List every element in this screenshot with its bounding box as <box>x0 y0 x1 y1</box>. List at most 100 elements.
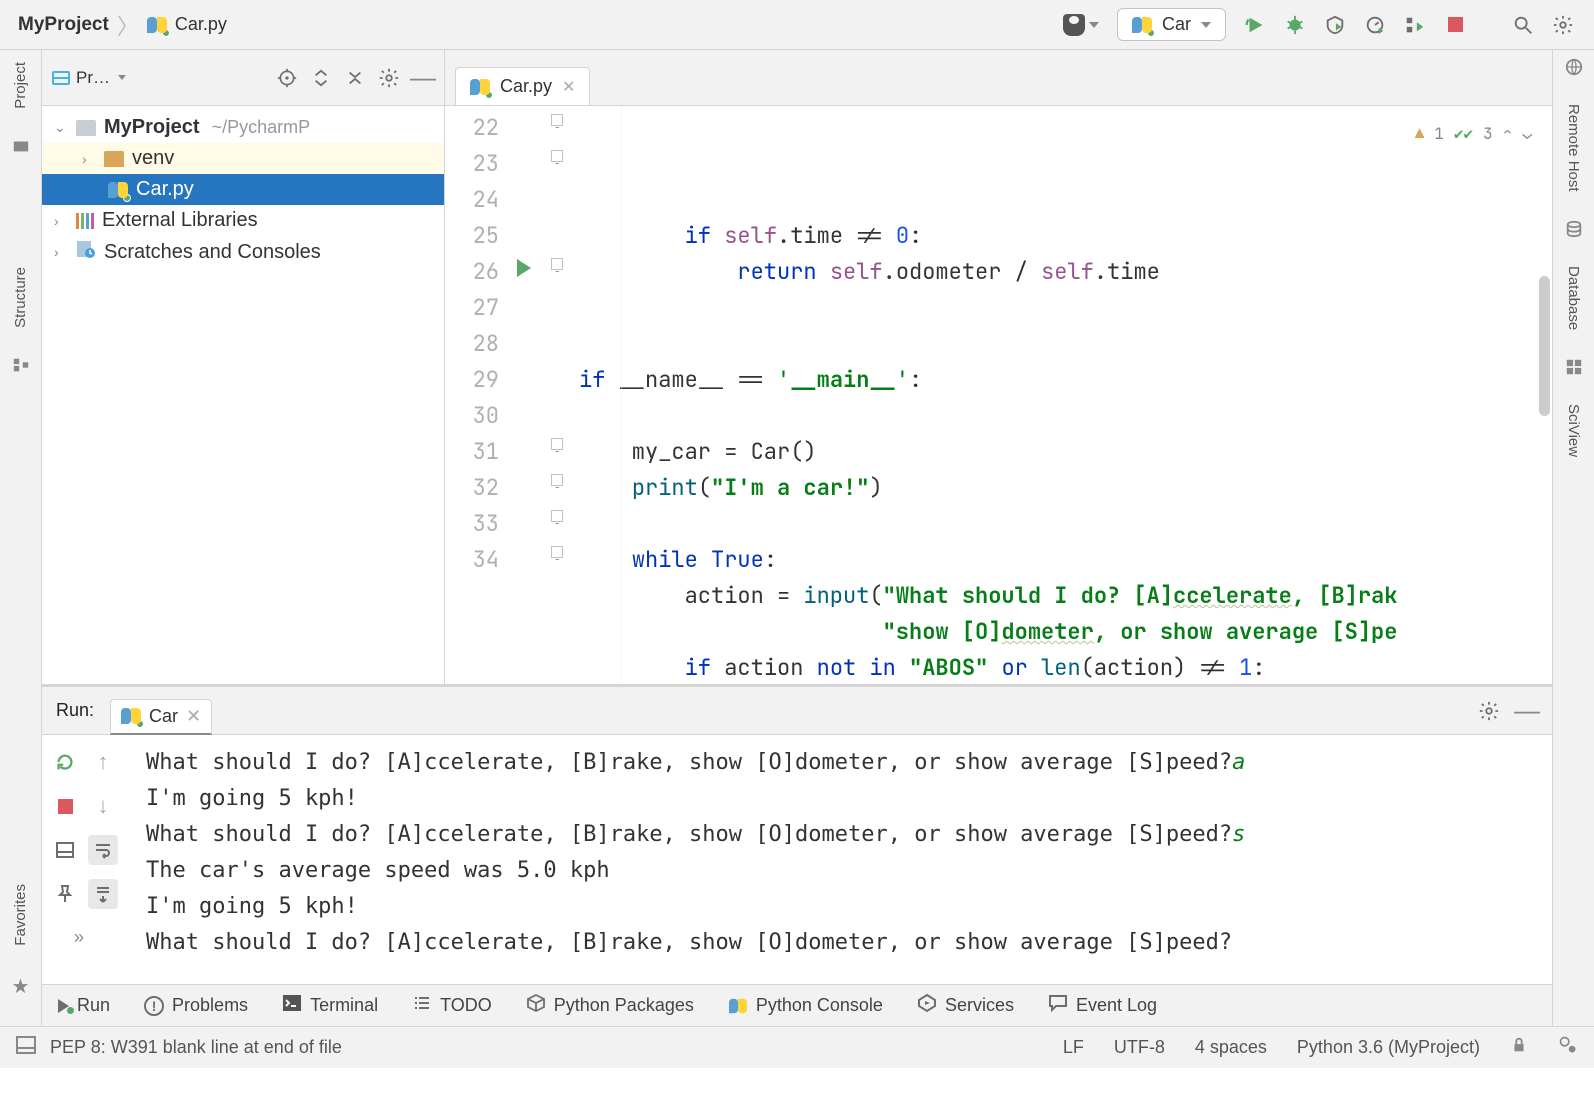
project-panel: Pr… — ⌄ MyProject ~/PycharmP <box>42 50 445 684</box>
python-icon <box>729 997 747 1015</box>
top-toolbar: MyProject 〉 Car.py Car <box>0 0 1594 50</box>
concurrency-button[interactable] <box>1404 14 1426 36</box>
python-console-tab-button[interactable]: Python Console <box>728 995 883 1016</box>
tree-external-libraries[interactable]: › External Libraries <box>42 205 444 236</box>
run-tab-button[interactable]: Run <box>58 995 110 1016</box>
services-tab-button[interactable]: Services <box>917 993 1014 1018</box>
scrollbar-thumb[interactable] <box>1539 276 1550 416</box>
problems-tab-button[interactable]: !Problems <box>144 995 248 1016</box>
chevron-up-icon[interactable]: ⌃ <box>1503 116 1513 152</box>
right-toolwindow-stripe: Remote Host Database SciView <box>1552 50 1594 1026</box>
code-with-me-button[interactable] <box>1063 14 1099 36</box>
encoding-widget[interactable]: UTF-8 <box>1114 1037 1165 1058</box>
soft-wrap-button[interactable] <box>88 835 118 865</box>
event-log-tab-button[interactable]: Event Log <box>1048 994 1157 1017</box>
run-button[interactable] <box>1244 14 1266 36</box>
sciview-tab[interactable]: SciView <box>1565 400 1582 461</box>
settings-button[interactable] <box>1552 14 1574 36</box>
tree-root[interactable]: ⌄ MyProject ~/PycharmP <box>42 112 444 143</box>
tree-file-car[interactable]: Car.py <box>42 174 444 205</box>
lock-icon[interactable] <box>1510 1036 1528 1059</box>
terminal-tab-button[interactable]: Terminal <box>282 994 378 1017</box>
project-view-title[interactable]: Pr… <box>76 68 110 88</box>
python-packages-tab-button[interactable]: Python Packages <box>526 993 694 1018</box>
rerun-button[interactable] <box>50 747 80 777</box>
tree-scratches[interactable]: › Scratches and Consoles <box>42 236 444 268</box>
run-tab[interactable]: Car ✕ <box>110 699 212 735</box>
chevron-right-icon[interactable]: › <box>54 244 68 260</box>
fold-icon[interactable] <box>551 114 563 126</box>
fold-icon[interactable] <box>551 258 563 270</box>
run-settings-button[interactable] <box>1478 700 1500 722</box>
tree-root-path: ~/PycharmP <box>212 117 311 138</box>
code-editor[interactable]: 22232425262728293031323334 <box>445 106 1552 684</box>
fold-gutter[interactable] <box>547 106 569 684</box>
tree-item-label: Car.py <box>136 178 194 201</box>
database-tab[interactable]: Database <box>1565 262 1582 334</box>
panel-settings-button[interactable] <box>378 67 400 89</box>
structure-toolwindow-tab[interactable]: Structure <box>12 263 29 332</box>
run-config-name: Car <box>1162 14 1191 35</box>
todo-tab-button[interactable]: TODO <box>412 994 492 1017</box>
breadcrumb-project[interactable]: MyProject <box>18 14 109 36</box>
scratches-icon <box>76 240 96 264</box>
run-tab-label: Car <box>149 706 178 727</box>
run-gutter[interactable] <box>511 106 547 684</box>
run-toolwindow: Run: Car ✕ — <box>42 684 1552 984</box>
project-toolwindow-tab[interactable]: Project <box>12 58 29 113</box>
console-output[interactable]: What should I do? [A]ccelerate, [B]rake,… <box>132 735 1552 984</box>
scroll-to-end-button[interactable] <box>88 879 118 909</box>
run-gutter-icon[interactable] <box>517 259 531 277</box>
weak-warning-count: 3 <box>1483 116 1493 152</box>
chat-icon <box>1048 994 1068 1017</box>
profile-button[interactable] <box>1364 14 1386 36</box>
pin-button[interactable] <box>50 879 80 909</box>
fold-icon[interactable] <box>551 546 563 558</box>
editor-tab-label: Car.py <box>500 76 552 97</box>
run-panel-title: Run: <box>56 700 94 721</box>
toolwindows-quicklist-button[interactable] <box>16 1036 36 1059</box>
editor-tabs: Car.py ✕ <box>445 50 1552 106</box>
fold-icon[interactable] <box>551 438 563 450</box>
project-tree[interactable]: ⌄ MyProject ~/PycharmP › venv Car.py <box>42 106 444 274</box>
chevron-down-icon[interactable]: ⌄ <box>54 119 68 136</box>
expand-all-button[interactable] <box>310 67 332 89</box>
stop-button[interactable] <box>50 791 80 821</box>
code-content[interactable]: if self.time != 0: return self.odometer … <box>569 106 1552 684</box>
breadcrumb-file[interactable]: Car.py <box>175 14 227 35</box>
down-button[interactable]: ↓ <box>88 791 118 821</box>
tree-item-label: venv <box>132 147 174 170</box>
chevron-down-icon[interactable]: ⌄ <box>1522 116 1532 152</box>
chevron-right-icon[interactable]: › <box>82 151 96 167</box>
interpreter-widget[interactable]: Python 3.6 (MyProject) <box>1297 1037 1480 1058</box>
more-button[interactable]: » <box>50 923 124 948</box>
indent-widget[interactable]: 4 spaces <box>1195 1037 1267 1058</box>
close-tab-button[interactable]: ✕ <box>186 706 201 727</box>
editor-tab[interactable]: Car.py ✕ <box>455 67 590 105</box>
fold-icon[interactable] <box>551 510 563 522</box>
tree-venv[interactable]: › venv <box>42 143 444 174</box>
stop-button[interactable] <box>1444 14 1466 36</box>
up-button[interactable]: ↑ <box>88 747 118 777</box>
hide-panel-button[interactable]: — <box>412 67 434 89</box>
hide-panel-button[interactable]: — <box>1516 700 1538 722</box>
debug-button[interactable] <box>1284 14 1306 36</box>
close-tab-button[interactable]: ✕ <box>562 77 575 97</box>
locate-button[interactable] <box>276 67 298 89</box>
favorites-toolwindow-tab[interactable]: Favorites <box>12 880 29 950</box>
remote-host-tab[interactable]: Remote Host <box>1565 100 1582 196</box>
line-separator-widget[interactable]: LF <box>1063 1037 1084 1058</box>
search-everywhere-button[interactable] <box>1512 14 1534 36</box>
fold-icon[interactable] <box>551 474 563 486</box>
ide-features-icon[interactable] <box>1558 1035 1578 1060</box>
chevron-down-icon[interactable] <box>118 75 126 80</box>
chevron-right-icon[interactable]: › <box>54 213 68 229</box>
info-icon: ! <box>144 996 164 1016</box>
inspections-widget[interactable]: ▲1 ✔✔3 ⌃ ⌄ <box>1415 116 1532 152</box>
run-config-selector[interactable]: Car <box>1117 8 1226 41</box>
collapse-all-button[interactable] <box>344 67 366 89</box>
chevron-down-icon <box>1089 22 1099 28</box>
fold-icon[interactable] <box>551 150 563 162</box>
coverage-button[interactable] <box>1324 14 1346 36</box>
layout-button[interactable] <box>50 835 80 865</box>
